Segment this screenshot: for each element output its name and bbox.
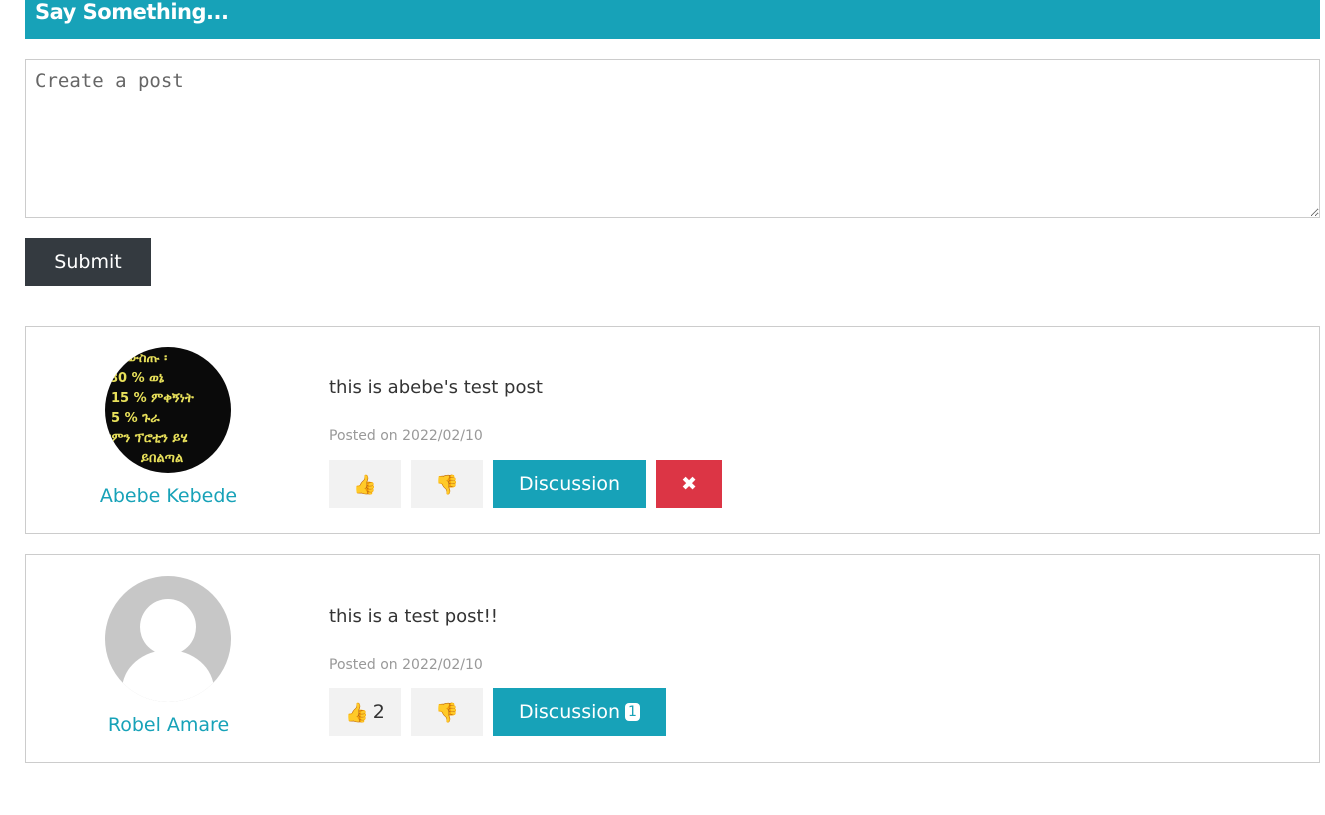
like-button[interactable]: 👍	[329, 460, 401, 508]
author-name[interactable]: Robel Amare	[26, 714, 311, 736]
close-icon: ✖	[681, 473, 697, 495]
post-text: this is abebe's test post	[329, 377, 543, 398]
avatar-text: ፦ ውስጡ ፡	[115, 351, 168, 366]
like-button[interactable]: 👍 2	[329, 688, 401, 736]
like-count: 2	[372, 701, 385, 723]
avatar-text: የምን ፕሮቲን ይሄ	[105, 431, 188, 446]
post-input[interactable]	[25, 59, 1320, 218]
dislike-button[interactable]: 👎	[411, 688, 483, 736]
discussion-button[interactable]: Discussion	[493, 460, 647, 508]
discussion-label: Discussion	[519, 701, 621, 723]
post-date: Posted on 2022/02/10	[329, 657, 483, 673]
dislike-button[interactable]: 👎	[411, 460, 483, 508]
avatar-text: 80 % ወኔ	[109, 371, 164, 386]
user-icon-body	[122, 650, 214, 702]
submit-button[interactable]: Submit	[25, 238, 151, 286]
avatar-text: 5 % ጉራ	[111, 411, 160, 426]
thumbs-down-icon: 👎	[435, 701, 459, 724]
discussion-count-badge: 1	[625, 703, 640, 721]
avatar: ፦ ውስጡ ፡ 80 % ወኔ 15 % ምቀኝነት 5 % ጉራ የምን ፕሮ…	[105, 347, 231, 473]
user-icon-head	[140, 599, 196, 655]
author-name[interactable]: Abebe Kebede	[26, 485, 311, 507]
post-date: Posted on 2022/02/10	[329, 428, 483, 444]
page-header: Say Something...	[25, 0, 1320, 39]
avatar-text: 15 % ምቀኝነት	[111, 391, 194, 406]
avatar-placeholder	[105, 576, 231, 702]
post-card: ፦ ውስጡ ፡ 80 % ወኔ 15 % ምቀኝነት 5 % ጉራ የምን ፕሮ…	[25, 326, 1320, 534]
post-card: Robel Amare this is a test post!! Posted…	[25, 554, 1320, 763]
avatar-text: ይበልጣል	[141, 451, 184, 466]
thumbs-down-icon: 👎	[435, 473, 459, 496]
post-text: this is a test post!!	[329, 606, 499, 627]
delete-button[interactable]: ✖	[656, 460, 723, 508]
discussion-button[interactable]: Discussion 1	[493, 688, 666, 736]
thumbs-up-icon: 👍	[345, 701, 369, 724]
thumbs-up-icon: 👍	[353, 473, 377, 496]
